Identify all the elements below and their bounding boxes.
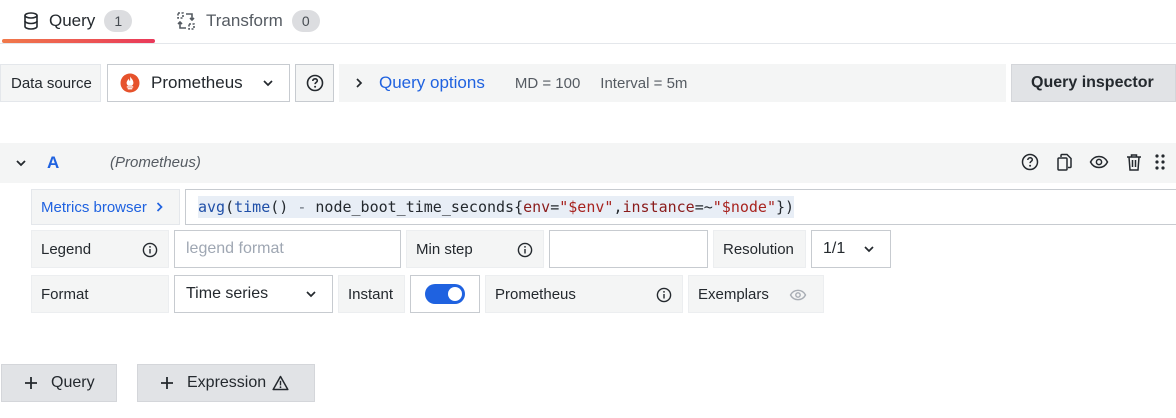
legend-format-field[interactable] — [174, 230, 401, 268]
format-label-text: Format — [41, 285, 89, 303]
data-source-selected: Prometheus — [151, 73, 243, 92]
plus-icon — [25, 377, 37, 389]
active-tab-indicator — [2, 39, 155, 43]
token-punct: }) — [776, 198, 795, 216]
format-label: Format — [31, 275, 169, 313]
drag-handle-icon[interactable] — [1154, 153, 1166, 171]
token-string: "$node" — [712, 198, 776, 216]
token-punct: ( — [225, 198, 235, 216]
info-circle-icon[interactable] — [517, 242, 533, 258]
chevron-down-icon[interactable] — [15, 157, 27, 169]
query-ref-id[interactable]: A — [47, 153, 59, 173]
format-select[interactable]: Time series — [174, 275, 333, 313]
toggle-knob — [448, 287, 462, 301]
min-step-field[interactable] — [549, 230, 708, 268]
eye-icon[interactable] — [789, 287, 807, 303]
format-value: Time series — [186, 285, 269, 302]
tab-bar: Query 1 Transform 0 — [0, 0, 1176, 44]
token-function: avg — [198, 198, 226, 216]
legend-format-input[interactable] — [186, 240, 400, 258]
query-options-interval: Interval = 5m — [600, 74, 688, 92]
instant-toggle-container — [410, 275, 480, 313]
add-query-label: Query — [51, 374, 95, 391]
resolution-label-text: Resolution — [723, 240, 794, 258]
query-inspector-button[interactable]: Query inspector — [1011, 64, 1176, 102]
add-expression-label: Expression — [187, 374, 267, 391]
legend-label: Legend — [31, 230, 169, 268]
copy-icon[interactable] — [1056, 153, 1073, 172]
chevron-right-icon — [356, 78, 363, 88]
instant-toggle[interactable] — [425, 284, 465, 304]
info-circle-icon[interactable] — [142, 242, 158, 258]
trash-icon[interactable] — [1126, 153, 1142, 172]
token-label: instance — [622, 198, 695, 216]
token-metric: node_boot_time_seconds — [315, 198, 515, 216]
query-datasource-name: (Prometheus) — [110, 154, 201, 171]
prometheus-logo-icon — [120, 73, 140, 93]
token-operator: =~ — [694, 198, 713, 216]
chevron-down-icon — [263, 80, 273, 87]
token-label: env — [523, 198, 551, 216]
token-operator: = — [550, 198, 560, 216]
add-query-button[interactable]: Query — [1, 364, 117, 402]
tab-query-count: 1 — [104, 10, 133, 32]
min-step-label-text: Min step — [416, 240, 473, 258]
query-row-header: A (Prometheus) — [0, 143, 1176, 183]
tab-query-label: Query — [49, 11, 96, 30]
resolution-select[interactable]: 1/1 — [811, 230, 891, 268]
min-step-input[interactable] — [561, 240, 707, 258]
token-punct: { — [514, 198, 524, 216]
data-source-label: Data source — [0, 64, 101, 102]
chevron-down-icon — [306, 291, 316, 298]
database-icon — [24, 12, 38, 30]
resolution-value: 1/1 — [823, 240, 846, 257]
prometheus-type-label: Prometheus — [485, 275, 683, 313]
transform-icon — [177, 12, 195, 30]
tab-transform[interactable]: Transform 0 — [174, 0, 334, 42]
add-expression-button[interactable]: Expression — [137, 364, 315, 402]
info-circle-icon[interactable] — [656, 287, 672, 303]
resolution-label: Resolution — [713, 230, 806, 268]
metrics-browser-button[interactable]: Metrics browser — [31, 189, 180, 225]
query-options-md: MD = 100 — [514, 74, 581, 92]
token-function: time — [234, 198, 271, 216]
query-expression-input[interactable]: avg(time() - node_boot_time_seconds{env=… — [185, 189, 1176, 225]
query-expression-text: avg(time() - node_boot_time_seconds{env=… — [198, 196, 795, 218]
question-circle-icon[interactable] — [1021, 153, 1039, 171]
chevron-right-icon — [156, 202, 163, 212]
tab-transform-count: 0 — [291, 10, 320, 32]
metrics-browser-label: Metrics browser — [41, 198, 147, 216]
instant-label-text: Instant — [348, 285, 394, 303]
eye-icon[interactable] — [1089, 153, 1109, 171]
question-circle-icon — [306, 74, 323, 92]
min-step-label: Min step — [406, 230, 544, 268]
token-punct: () — [270, 198, 289, 216]
data-source-help-button[interactable] — [295, 64, 334, 102]
token-operator: - — [288, 198, 316, 216]
plus-icon — [161, 377, 173, 389]
query-options-title: Query options — [379, 73, 485, 92]
query-options-toggle[interactable]: Query options MD = 100 Interval = 5m — [339, 64, 1006, 102]
prometheus-type-text: Prometheus — [495, 285, 576, 303]
data-source-picker[interactable]: Prometheus — [107, 64, 290, 102]
legend-label-text: Legend — [41, 240, 92, 258]
token-string: "$env" — [559, 198, 614, 216]
tab-query[interactable]: Query 1 — [0, 0, 155, 43]
chevron-down-icon — [864, 246, 874, 253]
warning-icon — [272, 375, 289, 391]
exemplars-label: Exemplars — [688, 275, 824, 313]
tab-transform-label: Transform — [206, 11, 283, 30]
instant-label: Instant — [338, 275, 405, 313]
exemplars-label-text: Exemplars — [698, 285, 769, 303]
